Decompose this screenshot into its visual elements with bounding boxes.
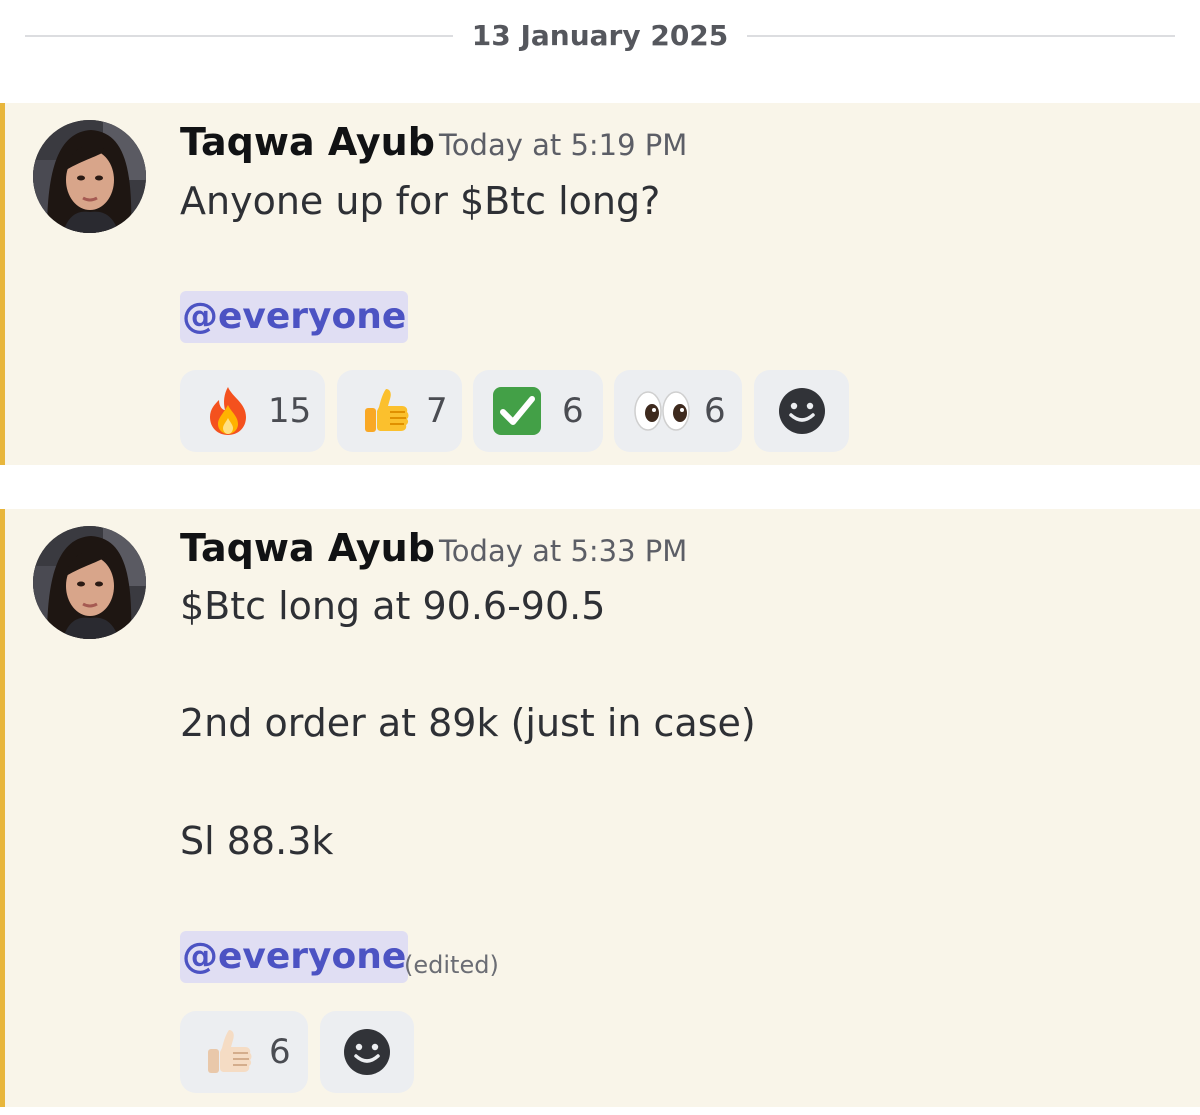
message[interactable]: Taqwa Ayub Today at 5:33 PM $Btc long at… (0, 509, 1200, 1107)
smiley-add-reaction-icon (344, 1029, 390, 1075)
add-reaction-button[interactable] (754, 370, 849, 452)
mention-highlight-bar (0, 509, 5, 1107)
message-text-line: $Btc long at 90.6-90.5 (180, 584, 606, 628)
thumbs-up-icon (365, 389, 409, 432)
message-text-line: 2nd order at 89k (just in case) (180, 701, 756, 745)
reaction-count: 15 (268, 391, 312, 431)
reaction-check-mark[interactable]: 6 (473, 370, 603, 452)
reaction-thumbs-up-light[interactable]: 6 (180, 1011, 308, 1093)
everyone-mention[interactable]: @everyone (180, 931, 409, 983)
thumbs-up-light-skin-icon (208, 1030, 252, 1073)
mention-highlight-bar (0, 103, 5, 465)
reaction-count: 6 (269, 1032, 291, 1072)
author-name[interactable]: Taqwa Ayub (180, 521, 435, 575)
author-name[interactable]: Taqwa Ayub (180, 115, 435, 169)
fire-icon (210, 387, 246, 435)
eyes-icon (634, 391, 690, 431)
reaction-count: 6 (704, 391, 726, 431)
date-divider: 13 January 2025 (0, 0, 1200, 72)
message-text-line: Sl 88.3k (180, 819, 334, 863)
add-reaction-button[interactable] (320, 1011, 414, 1093)
date-divider-label: 13 January 2025 (471, 19, 729, 52)
reaction-fire[interactable]: 15 (180, 370, 325, 452)
reaction-eyes[interactable]: 6 (614, 370, 742, 452)
message-timestamp: Today at 5:19 PM (439, 128, 688, 162)
message-text-line: Anyone up for $Btc long? (180, 179, 661, 223)
message-timestamp: Today at 5:33 PM (439, 534, 688, 568)
reaction-count: 7 (426, 391, 448, 431)
message[interactable]: Taqwa Ayub Today at 5:19 PM Anyone up fo… (0, 103, 1200, 465)
reaction-thumbs-up[interactable]: 7 (337, 370, 462, 452)
smiley-add-reaction-icon (778, 388, 825, 434)
avatar[interactable] (33, 120, 146, 233)
reaction-count: 6 (562, 391, 584, 431)
divider-line-left (25, 35, 453, 37)
avatar[interactable] (33, 526, 146, 639)
everyone-mention[interactable]: @everyone (180, 291, 409, 343)
edited-label: (edited) (404, 951, 499, 979)
divider-line-right (747, 35, 1175, 37)
check-mark-button-icon (493, 387, 541, 435)
